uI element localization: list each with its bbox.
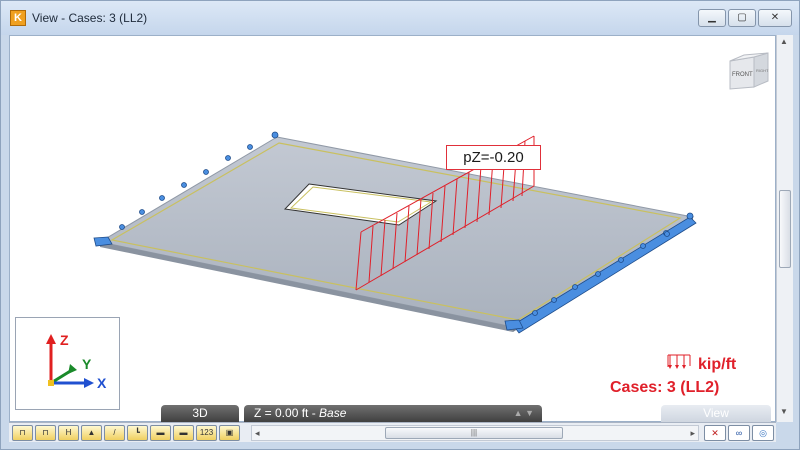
maximize-button[interactable]: ▢: [728, 9, 756, 27]
toolbar-btn-8[interactable]: ▬: [173, 425, 194, 441]
cube-right-label: RIGHT: [756, 68, 769, 73]
horizontal-scroll-thumb[interactable]: |||: [385, 427, 563, 439]
cube-front-label: FRONT: [732, 72, 753, 78]
elevation-stepper-icon[interactable]: ▲ ▼: [514, 405, 534, 422]
elevation-base-name: Base: [319, 406, 347, 420]
navigation-cube[interactable]: FRONT RIGHT: [726, 49, 771, 94]
view-options-icon[interactable]: ◎: [752, 425, 774, 441]
minimize-icon: ▁: [708, 12, 716, 23]
title-bar[interactable]: K View - Cases: 3 (LL2) ▁ ▢ ✕: [1, 1, 799, 35]
scroll-up-icon[interactable]: ▲: [780, 37, 788, 46]
model-viewport[interactable]: pZ=-0.20 FRONT RIGHT Z Y X kip/ft Cases:…: [9, 35, 776, 422]
close-button[interactable]: ✕: [758, 9, 792, 27]
scroll-right-icon[interactable]: ▸: [690, 426, 695, 440]
toolbar-btn-3[interactable]: H: [58, 425, 79, 441]
axis-triad: Z Y X: [15, 317, 120, 410]
window-title: View - Cases: 3 (LL2): [32, 11, 148, 25]
minimize-button[interactable]: ▁: [698, 9, 726, 27]
load-value-label: pZ=-0.20: [446, 145, 541, 170]
toolbar-btn-1[interactable]: ⊓: [12, 425, 33, 441]
view-mode-3d-tab[interactable]: 3D: [161, 405, 239, 422]
toolbar-btn-10[interactable]: ▣: [219, 425, 240, 441]
toolbar-btn-6[interactable]: ┗: [127, 425, 148, 441]
slab-model-drawing: [93, 131, 697, 334]
load-case-label: Cases: 3 (LL2): [610, 379, 720, 396]
scroll-down-icon[interactable]: ▼: [780, 407, 788, 416]
vertical-scrollbar[interactable]: ▲ ▼: [776, 35, 793, 422]
load-unit-label: kip/ft: [698, 356, 737, 373]
view-tab[interactable]: View: [661, 405, 771, 422]
maximize-icon: ▢: [737, 12, 747, 23]
axis-z-label: Z: [60, 332, 69, 348]
app-logo-icon: K: [10, 10, 26, 26]
horizontal-scrollbar[interactable]: ◂ ||| ▸: [251, 425, 699, 441]
elevation-value: Z = 0.00 ft -: [254, 406, 320, 420]
elevation-selector[interactable]: Z = 0.00 ft - Base ▲ ▼: [244, 405, 542, 422]
axis-y-label: Y: [82, 356, 92, 372]
toolbar-btn-5[interactable]: /: [104, 425, 125, 441]
close-icon: ✕: [770, 12, 780, 23]
toolbar-btn-9[interactable]: 123: [196, 425, 217, 441]
link-icon[interactable]: ∞: [728, 425, 750, 441]
toolbar-btn-2[interactable]: ⊓: [35, 425, 56, 441]
toolbar-btn-4[interactable]: ▲: [81, 425, 102, 441]
toolbar-btn-7[interactable]: ▬: [150, 425, 171, 441]
vertical-scroll-thumb[interactable]: [779, 190, 791, 268]
view-window: K View - Cases: 3 (LL2) ▁ ▢ ✕ pZ=-0.20 F…: [0, 0, 800, 450]
axis-x-label: X: [97, 375, 107, 391]
filter-off-icon[interactable]: ✕: [704, 425, 726, 441]
scroll-left-icon[interactable]: ◂: [255, 426, 260, 440]
display-toolbar: ⊓ ⊓ H ▲ / ┗ ▬ ▬ 123 ▣ ◂ ||| ▸ ✕ ∞ ◎: [9, 422, 776, 442]
distributed-load-icon: [667, 354, 691, 369]
